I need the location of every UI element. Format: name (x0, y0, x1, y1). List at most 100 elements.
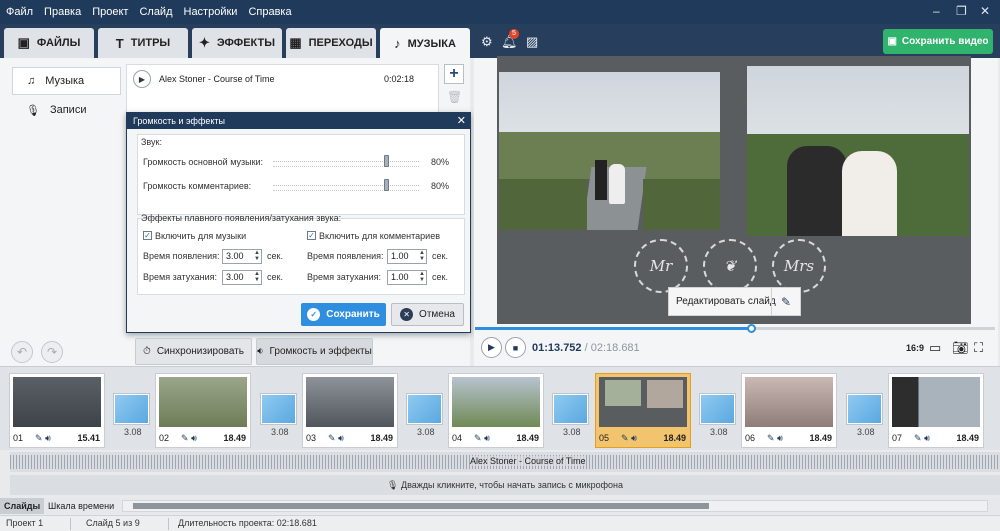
music-appear-input[interactable]: 3.00 ▲ ▼ (222, 249, 262, 264)
slide-thumbnail[interactable]: 07 ✎ 🔊︎ 18.49 (888, 373, 984, 448)
sidebar-item-music[interactable]: ♫ Музыка (12, 67, 121, 95)
slide-tools: ✎ 🔊︎ (621, 433, 637, 444)
close-icon[interactable]: ✕ (980, 4, 990, 18)
slide-thumbnail[interactable]: 04 ✎ 🔊︎ 18.49 (448, 373, 544, 448)
gallery-icon[interactable]: ▨ (526, 34, 538, 50)
transition-tile[interactable] (407, 394, 442, 424)
pencil-icon[interactable]: ✎ (914, 433, 922, 443)
comments-volume-label: Громкость комментариев: (143, 181, 252, 191)
slide-thumbnail[interactable]: 02 ✎ 🔊︎ 18.49 (155, 373, 251, 448)
tab-transitions[interactable]: ▦ ПЕРЕХОДЫ (286, 28, 376, 58)
tab-slides[interactable]: Слайды (0, 498, 45, 514)
comments-appear-input[interactable]: 1.00 ▲ ▼ (387, 249, 427, 264)
snapshot-icon[interactable]: 📷︎ (952, 340, 969, 356)
menu-settings[interactable]: Настройки (184, 6, 238, 18)
track-row[interactable]: ▶ Alex Stoner - Course of Time 0:02:18 (127, 67, 440, 91)
edit-slide-button[interactable]: Редактировать слайд ✎ (668, 287, 801, 316)
slide-thumbnail[interactable]: 05 ✎ 🔊︎ 18.49 (595, 373, 691, 448)
speaker-icon[interactable]: 🔊︎ (777, 433, 783, 443)
menu-file[interactable]: Файл (6, 6, 33, 18)
wreath-heart: ❦ (703, 239, 757, 293)
slide-preview-image (745, 377, 833, 427)
scrollbar-thumb[interactable] (133, 503, 709, 509)
dialog-cancel-button[interactable]: ✕ Отмена (391, 303, 464, 326)
play-button[interactable]: ▶ (481, 337, 502, 358)
stepper-arrows-icon[interactable]: ▲ ▼ (419, 271, 425, 283)
speaker-icon[interactable]: 🔊︎ (191, 433, 197, 443)
slide-thumbnail[interactable]: 06 ✎ 🔊︎ 18.49 (741, 373, 837, 448)
mic-record-track[interactable]: 🎙︎ Дважды кликните, чтобы начать запись … (10, 475, 1000, 495)
stop-button[interactable]: ■ (505, 337, 526, 358)
comments-fade-input[interactable]: 1.00 ▲ ▼ (387, 270, 427, 285)
volume-effects-button[interactable]: 🔉︎ Громкость и эффекты (256, 338, 373, 365)
pencil-icon[interactable]: ✎ (767, 433, 775, 443)
restore-icon[interactable]: ❐ (956, 4, 967, 18)
speaker-icon[interactable]: 🔊︎ (484, 433, 490, 443)
dialog-save-button[interactable]: ✓ Сохранить (301, 303, 386, 326)
tab-music[interactable]: ♪ МУЗЫКА (380, 28, 470, 59)
comments-volume-slider[interactable] (273, 179, 419, 193)
main-music-value: 80% (431, 157, 450, 167)
slide-number: 07 (892, 433, 903, 443)
add-track-button[interactable]: + (444, 64, 464, 84)
transition-tile[interactable] (700, 394, 735, 424)
playback-progress[interactable] (475, 324, 995, 333)
music-fade-checkbox[interactable]: ✓ (143, 231, 152, 240)
tab-files[interactable]: ▣ ФАЙЛЫ (4, 28, 94, 58)
sidebar-item-records[interactable]: 🎙︎ Записи (12, 96, 121, 124)
main-music-slider[interactable] (273, 155, 419, 169)
window-mode-icon[interactable]: ▭ (929, 340, 941, 356)
tab-titles[interactable]: T ТИТРЫ (98, 28, 188, 58)
slider-handle[interactable] (383, 179, 389, 191)
pencil-icon[interactable]: ✎ (621, 433, 629, 443)
transition-tile[interactable] (261, 394, 296, 424)
speaker-icon[interactable]: 🔊︎ (631, 433, 637, 443)
transition-tile[interactable] (114, 394, 149, 424)
menu-project[interactable]: Проект (92, 6, 128, 18)
minimize-icon[interactable]: – (933, 4, 940, 18)
unit-label: сек. (267, 272, 283, 282)
pencil-icon[interactable]: ✎ (474, 433, 482, 443)
sync-button[interactable]: ⏱︎ Синхронизировать (135, 338, 252, 365)
photo-couple-road (499, 72, 720, 230)
transition-tile[interactable] (553, 394, 588, 424)
menu-help[interactable]: Справка (248, 6, 291, 18)
pencil-icon[interactable]: ✎ (181, 433, 189, 443)
trash-icon[interactable]: 🗑︎ (447, 90, 462, 106)
tab-timeline[interactable]: Шкала времени (44, 498, 118, 514)
play-icon[interactable]: ▶ (133, 70, 151, 88)
plus-icon: + (449, 65, 459, 82)
menu-slide[interactable]: Слайд (139, 6, 172, 18)
fullscreen-icon[interactable]: ⛶ (974, 340, 983, 356)
stepper-arrows-icon[interactable]: ▲ ▼ (419, 250, 425, 262)
music-fade-input[interactable]: 3.00 ▲ ▼ (222, 270, 262, 285)
settings-icon[interactable]: ⚙ (481, 34, 493, 50)
stepper-arrows-icon[interactable]: ▲ ▼ (254, 271, 260, 283)
tab-effects[interactable]: ✦ ЭФФЕКТЫ (192, 28, 282, 58)
progress-handle[interactable] (746, 324, 756, 333)
aspect-ratio[interactable]: 16:9 (906, 343, 924, 353)
menu-edit[interactable]: Правка (44, 6, 81, 18)
undo-button[interactable]: ↶ (11, 341, 33, 363)
slide-thumbnail[interactable]: 01 ✎ 🔊︎ 15.41 (9, 373, 105, 448)
speaker-icon[interactable]: 🔊︎ (924, 433, 930, 443)
pencil-icon[interactable]: ✎ (35, 433, 43, 443)
pencil-icon[interactable]: ✎ (328, 433, 336, 443)
comments-fade-checkbox[interactable]: ✓ (307, 231, 316, 240)
slider-handle[interactable] (383, 155, 389, 167)
title-bar: Файл Правка Проект Слайд Настройки Справ… (0, 0, 1000, 24)
transition-tile[interactable] (847, 394, 882, 424)
slide-number: 06 (745, 433, 756, 443)
timeline-scrollbar[interactable] (122, 500, 988, 512)
audio-track[interactable]: Alex Stoner - Course of Time (10, 452, 1000, 472)
slide-preview-image (452, 377, 540, 427)
redo-button[interactable]: ↷ (41, 341, 63, 363)
stepper-arrows-icon[interactable]: ▲ ▼ (254, 250, 260, 262)
save-video-button[interactable]: ▣ Сохранить видео (883, 29, 993, 54)
close-icon[interactable]: ✕ (457, 113, 466, 129)
speaker-icon[interactable]: 🔊︎ (338, 433, 344, 443)
slide-preview-image (892, 377, 980, 427)
speaker-icon[interactable]: 🔊︎ (45, 433, 51, 443)
preview-stage[interactable]: Mr ❦ Mrs (497, 56, 971, 324)
slide-thumbnail[interactable]: 03 ✎ 🔊︎ 18.49 (302, 373, 398, 448)
